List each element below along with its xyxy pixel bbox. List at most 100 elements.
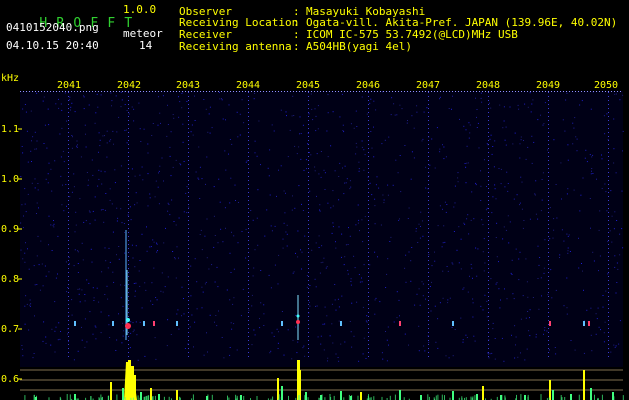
noise-pixel: [175, 224, 177, 226]
column-marker: [488, 280, 489, 281]
top-dot: [272, 91, 273, 92]
noise-pixel: [45, 336, 47, 338]
echo-blip: [588, 321, 590, 326]
column-marker: [248, 340, 249, 341]
column-marker: [608, 160, 609, 161]
column-marker: [308, 320, 309, 321]
noise-pixel: [444, 241, 446, 243]
noise-pixel: [369, 102, 371, 104]
noise-pixel: [155, 180, 157, 182]
noise-pixel: [156, 242, 157, 244]
column-marker: [128, 276, 129, 277]
noise-pixel: [69, 196, 71, 198]
column-marker: [428, 116, 429, 117]
column-marker: [368, 216, 369, 217]
top-dot: [545, 91, 546, 92]
noise-pixel: [44, 265, 46, 267]
noise-pixel: [559, 254, 561, 256]
top-dot: [218, 91, 219, 92]
noise-pixel: [443, 225, 445, 227]
column-marker: [608, 332, 609, 333]
power-noise: [622, 395, 624, 400]
noise-pixel: [71, 299, 73, 301]
noise-pixel: [563, 305, 565, 307]
noise-pixel: [311, 108, 313, 110]
column-marker: [188, 288, 189, 289]
noise-pixel: [55, 277, 57, 279]
column-marker: [548, 240, 549, 241]
column-marker: [248, 236, 249, 237]
column-marker: [248, 204, 249, 205]
noise-pixel: [77, 250, 79, 252]
noise-pixel: [204, 283, 206, 285]
noise-pixel: [393, 321, 395, 323]
noise-pixel: [345, 182, 347, 184]
noise-pixel: [70, 106, 72, 108]
column-marker: [608, 340, 609, 341]
column-marker: [428, 240, 429, 241]
noise-pixel: [131, 244, 133, 246]
noise-pixel: [422, 283, 424, 285]
noise-pixel: [113, 281, 115, 283]
noise-pixel: [591, 156, 593, 158]
top-dot: [137, 91, 138, 92]
top-dot: [608, 91, 609, 92]
top-dot: [41, 91, 42, 92]
noise-pixel: [185, 192, 187, 194]
noise-pixel: [566, 233, 568, 235]
noise-pixel: [411, 115, 413, 117]
noise-pixel: [520, 318, 522, 320]
noise-pixel: [486, 207, 488, 209]
column-marker: [248, 260, 249, 261]
top-dot: [149, 91, 150, 92]
noise-pixel: [22, 152, 24, 154]
noise-pixel: [465, 129, 467, 131]
noise-pixel: [149, 193, 151, 195]
top-dot: [176, 91, 177, 92]
top-dot: [260, 91, 261, 92]
noise-pixel: [396, 114, 398, 116]
noise-pixel: [213, 186, 215, 188]
power-noise: [348, 394, 350, 400]
column-marker: [308, 216, 309, 217]
noise-pixel: [604, 321, 606, 323]
column-marker: [488, 340, 489, 341]
noise-pixel: [560, 162, 562, 164]
noise-pixel: [551, 297, 553, 299]
noise-pixel: [193, 346, 194, 348]
column-marker: [68, 260, 69, 261]
noise-pixel: [535, 213, 537, 215]
noise-pixel: [526, 281, 528, 283]
column-marker: [68, 240, 69, 241]
column-marker: [368, 272, 369, 273]
column-marker: [188, 348, 189, 349]
noise-pixel: [488, 357, 490, 359]
noise-pixel: [69, 96, 71, 98]
noise-pixel: [315, 242, 317, 244]
top-dot: [212, 91, 213, 92]
power-bar: [150, 388, 152, 400]
top-dot: [605, 91, 606, 92]
column-marker: [548, 164, 549, 165]
noise-pixel: [235, 200, 236, 201]
noise-pixel: [393, 103, 395, 105]
noise-pixel: [460, 317, 462, 319]
noise-pixel: [361, 219, 363, 221]
noise-pixel: [194, 95, 195, 97]
column-marker: [368, 312, 369, 313]
top-dot: [473, 91, 474, 92]
noise-pixel: [398, 299, 400, 301]
noise-pixel: [146, 226, 147, 228]
column-marker: [248, 356, 249, 357]
column-marker: [368, 276, 369, 277]
noise-pixel: [524, 103, 526, 105]
power-noise: [207, 394, 209, 400]
noise-pixel: [42, 285, 44, 287]
noise-pixel: [28, 329, 30, 331]
noise-pixel: [162, 95, 164, 97]
noise-pixel: [36, 140, 38, 142]
noise-pixel: [469, 275, 470, 277]
column-marker: [68, 268, 69, 269]
top-dot: [146, 91, 147, 92]
noise-pixel: [65, 184, 67, 185]
